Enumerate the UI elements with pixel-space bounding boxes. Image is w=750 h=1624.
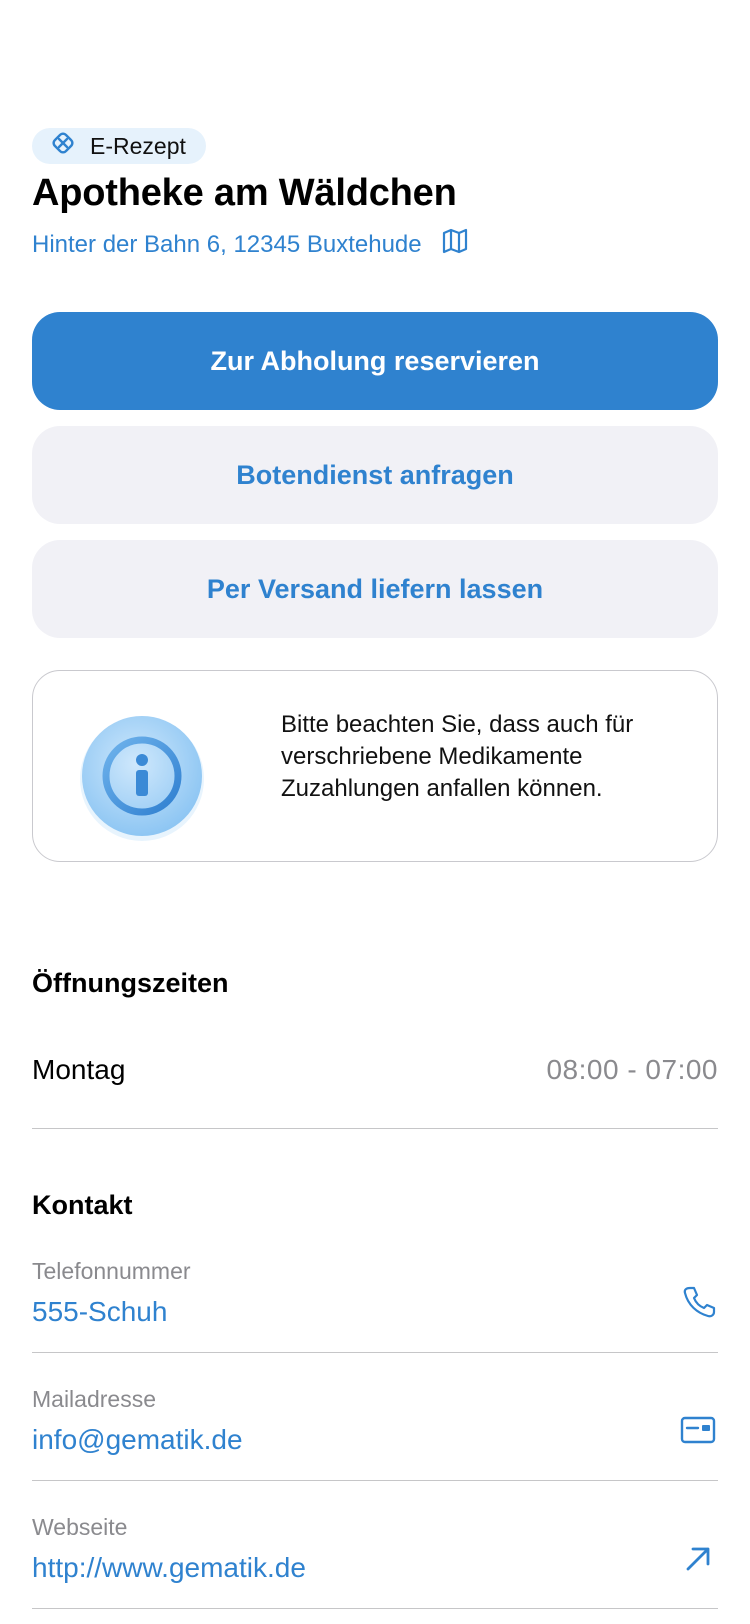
external-link-arrow-icon[interactable]	[678, 1538, 718, 1578]
divider	[32, 1128, 718, 1129]
mail-card-icon[interactable]	[678, 1410, 718, 1450]
e-prescription-icon	[48, 128, 78, 164]
contact-title: Kontakt	[32, 1190, 133, 1220]
mail-value[interactable]: info@gematik.de	[32, 1424, 243, 1456]
phone-value[interactable]: 555-Schuh	[32, 1296, 167, 1328]
weekday-label: Montag	[32, 1054, 126, 1085]
divider	[32, 1608, 718, 1609]
contact-phone-row[interactable]: Telefonnummer 555-Schuh	[32, 1258, 718, 1358]
divider	[32, 1352, 718, 1353]
contact-mail-row[interactable]: Mailadresse info@gematik.de	[32, 1386, 718, 1486]
pharmacy-address[interactable]: Hinter der Bahn 6, 12345 Buxtehude	[32, 226, 470, 263]
opening-hours-row: Montag 08:00 - 07:00	[32, 1054, 718, 1086]
address-text[interactable]: Hinter der Bahn 6, 12345 Buxtehude	[32, 231, 422, 259]
e-rezept-label: E-Rezept	[90, 132, 186, 159]
phone-icon[interactable]	[678, 1282, 718, 1322]
opening-time: 08:00 - 07:00	[546, 1054, 718, 1085]
contact-web-row[interactable]: Webseite http://www.gematik.de	[32, 1514, 718, 1614]
pharmacy-name: Apotheke am Wäldchen	[32, 172, 457, 214]
divider	[32, 1480, 718, 1481]
info-icon	[79, 713, 209, 843]
shipping-delivery-button[interactable]: Per Versand liefern lassen	[32, 540, 718, 638]
phone-label: Telefonnummer	[32, 1258, 191, 1284]
copayment-notice: Bitte beachten Sie, dass auch für versch…	[32, 670, 718, 862]
notice-text: Bitte beachten Sie, dass auch für versch…	[281, 711, 634, 802]
web-value[interactable]: http://www.gematik.de	[32, 1552, 306, 1584]
web-label: Webseite	[32, 1514, 128, 1540]
reserve-pickup-button[interactable]: Zur Abholung reservieren	[32, 312, 718, 410]
mail-label: Mailadresse	[32, 1386, 156, 1412]
opening-hours-title: Öffnungszeiten	[32, 968, 229, 998]
e-rezept-badge: E-Rezept	[32, 128, 206, 164]
map-icon[interactable]	[440, 226, 470, 263]
courier-service-button[interactable]: Botendienst anfragen	[32, 426, 718, 524]
